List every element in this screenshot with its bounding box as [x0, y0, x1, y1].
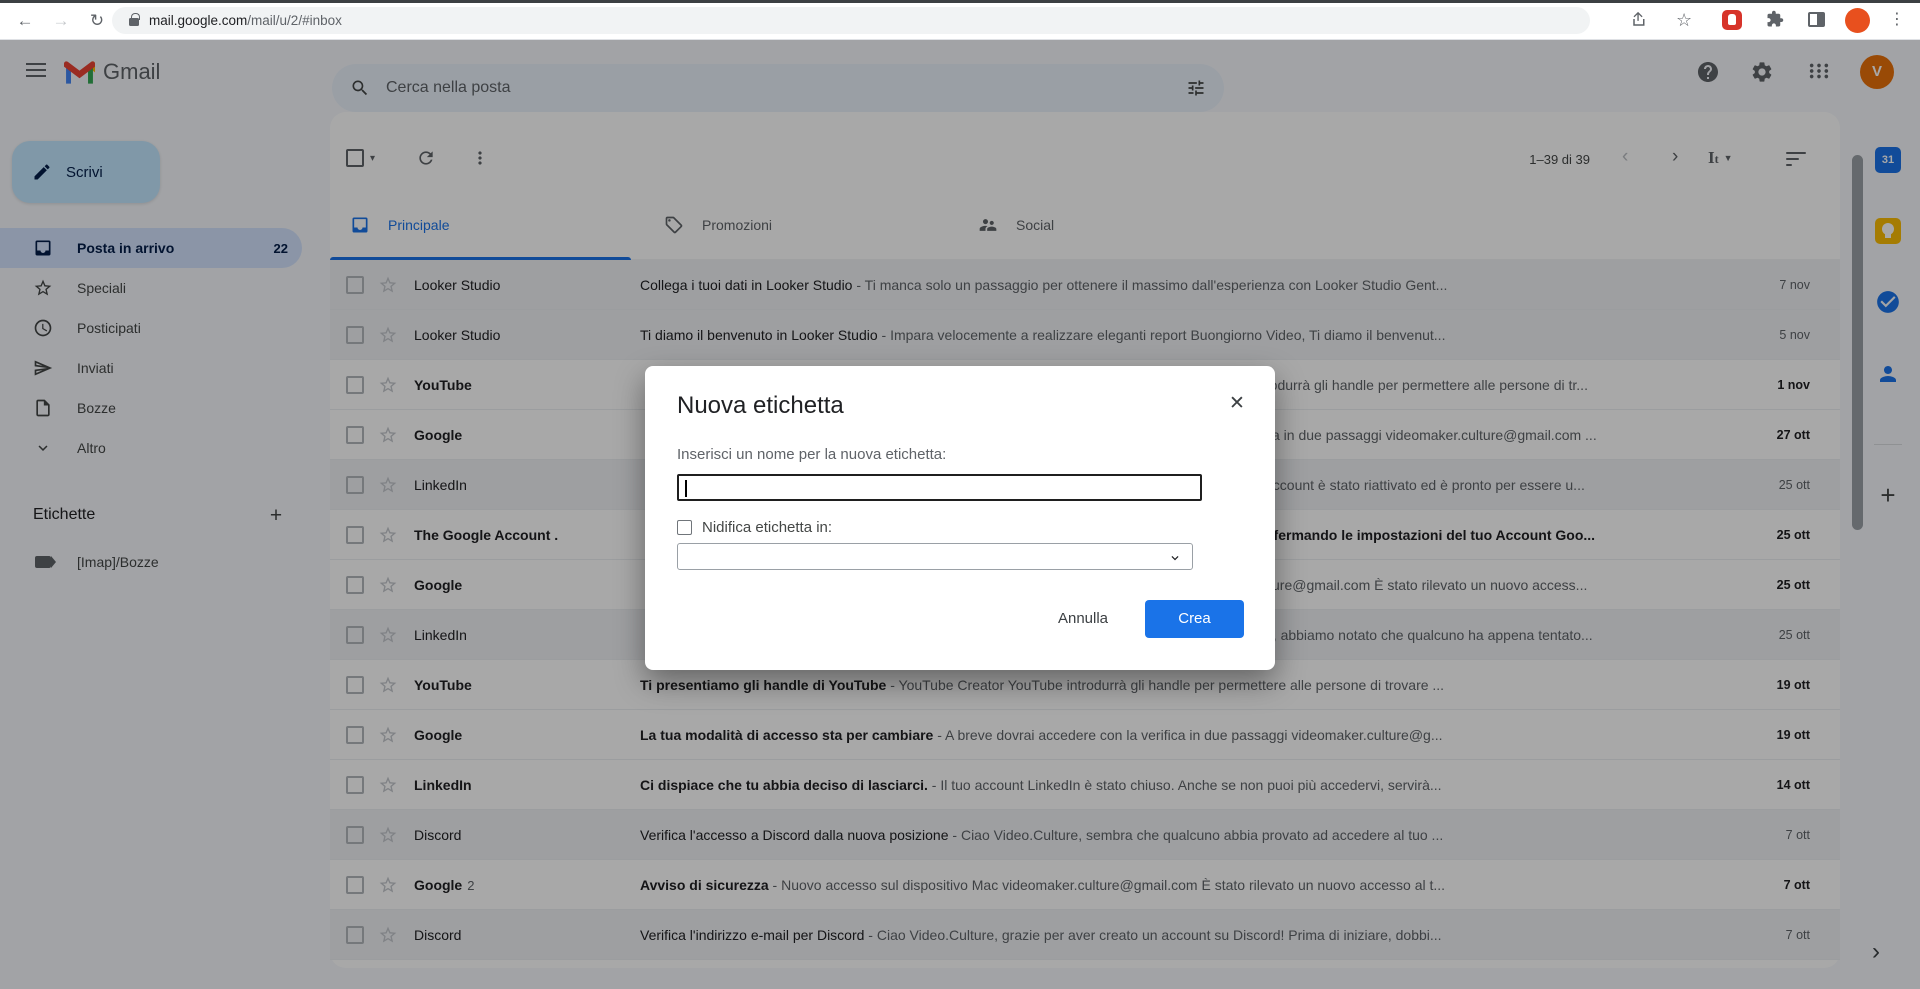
extensions-puzzle-icon[interactable]: [1766, 10, 1784, 28]
forward-icon: →: [48, 8, 74, 34]
cancel-button[interactable]: Annulla: [1038, 600, 1128, 638]
label-name-field-label: Inserisci un nome per la nuova etichetta…: [677, 446, 946, 463]
label-name-input[interactable]: [677, 474, 1202, 501]
text-caret: [685, 480, 687, 497]
nest-label-checkbox[interactable]: [677, 520, 692, 535]
url-text: mail.google.com/mail/u/2/#inbox: [149, 13, 342, 28]
new-label-dialog: Nuova etichetta ✕ Inserisci un nome per …: [645, 366, 1275, 670]
bookmark-star-icon[interactable]: ☆: [1676, 10, 1692, 31]
side-panel-icon[interactable]: [1808, 12, 1825, 27]
browser-toolbar: ← → ↻ mail.google.com/mail/u/2/#inbox ☆ …: [0, 0, 1920, 40]
parent-label-select[interactable]: [677, 543, 1193, 570]
adblock-icon[interactable]: [1722, 10, 1742, 30]
url-bar[interactable]: mail.google.com/mail/u/2/#inbox: [112, 7, 1590, 34]
dialog-title: Nuova etichetta: [677, 392, 844, 420]
select-chevron-down-icon: [1168, 551, 1182, 565]
browser-menu-kebab-icon[interactable]: ⋮: [1889, 9, 1905, 29]
browser-profile-avatar[interactable]: [1845, 8, 1870, 33]
lock-icon: [129, 18, 139, 26]
back-icon[interactable]: ←: [12, 8, 38, 34]
create-button[interactable]: Crea: [1145, 600, 1244, 638]
nest-label-checkbox-label: Nidifica etichetta in:: [702, 519, 832, 536]
reload-icon[interactable]: ↻: [84, 8, 110, 34]
share-icon[interactable]: [1631, 10, 1649, 28]
close-icon[interactable]: ✕: [1225, 392, 1249, 415]
